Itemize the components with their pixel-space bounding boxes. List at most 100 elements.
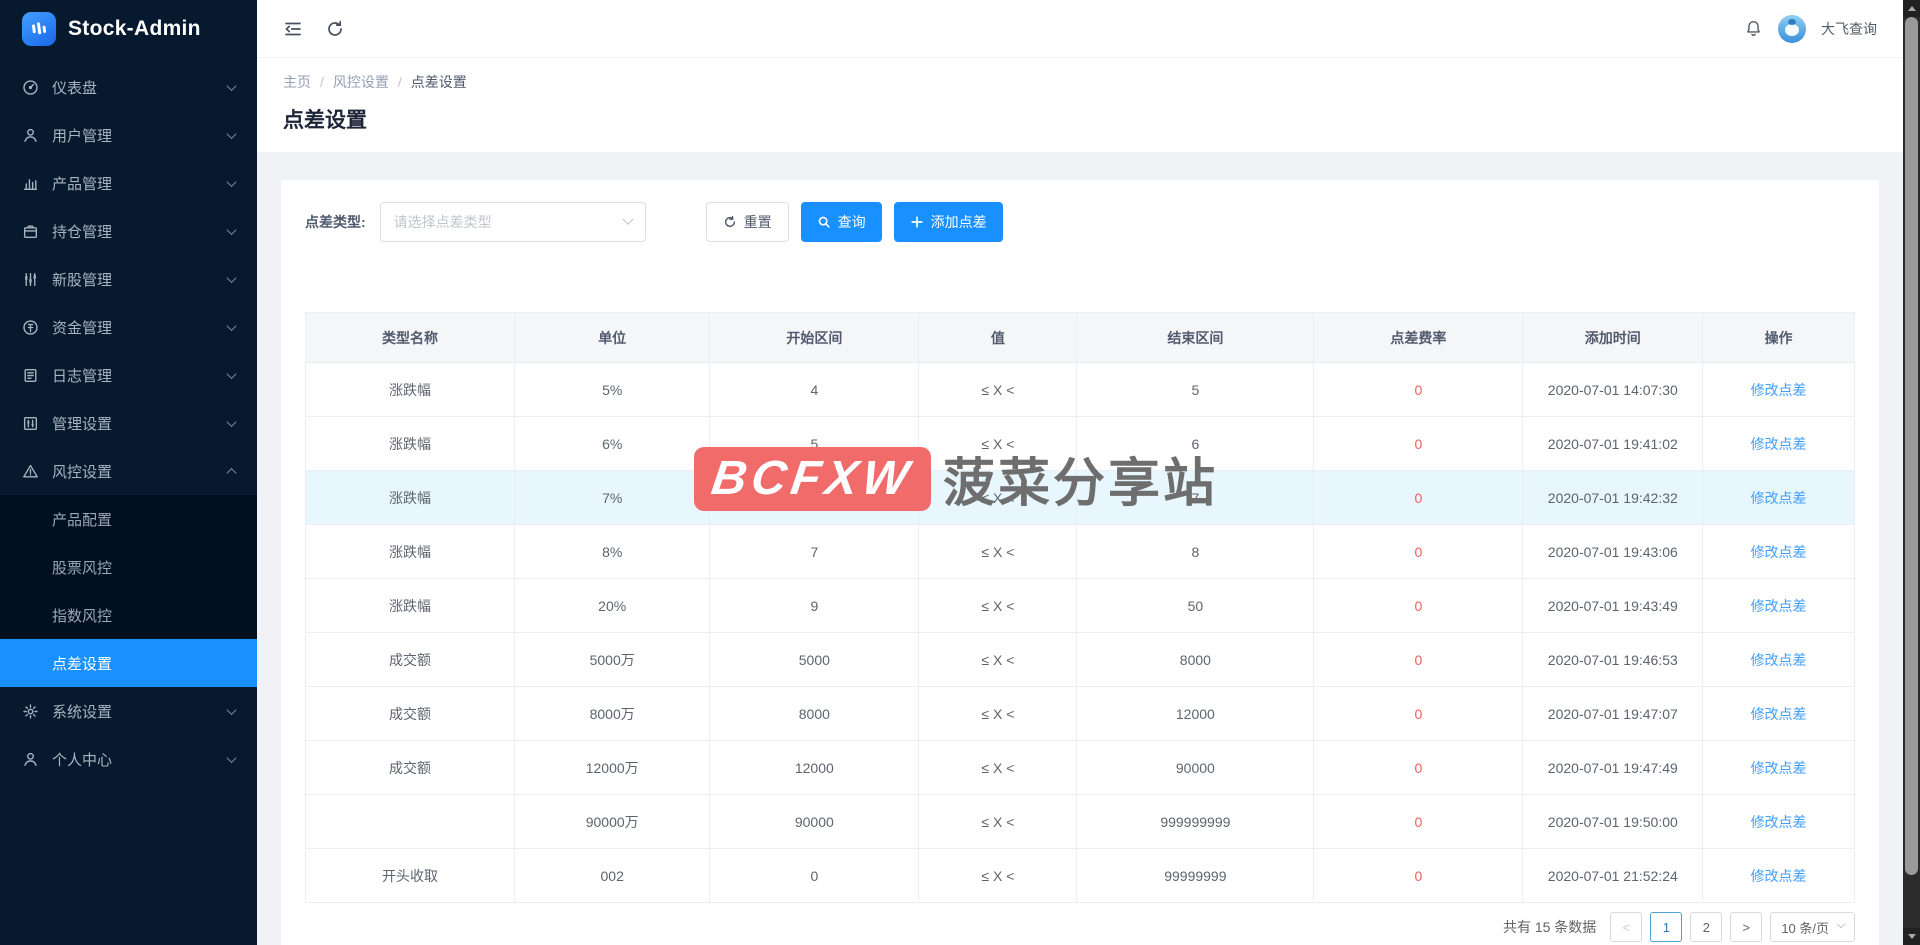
admin-settings-icon xyxy=(22,415,39,432)
cell-rate: 0 xyxy=(1314,363,1523,417)
sidebar-item-7[interactable]: 管理设置 xyxy=(0,399,257,447)
sidebar-item-9[interactable]: 系统设置 xyxy=(0,687,257,735)
users-icon xyxy=(22,127,39,144)
sidebar-item-6[interactable]: 日志管理 xyxy=(0,351,257,399)
cell-start: 5000 xyxy=(710,633,919,687)
cell-end: 8000 xyxy=(1077,633,1314,687)
edit-spread-link[interactable]: 修改点差 xyxy=(1751,436,1807,452)
reset-button[interactable]: 重置 xyxy=(706,202,789,242)
cell-rate: 0 xyxy=(1314,579,1523,633)
cell-type: 涨跌幅 xyxy=(306,471,515,525)
sidebar-subitem-2[interactable]: 指数风控 xyxy=(0,591,257,639)
sidebar-item-5[interactable]: 资金管理 xyxy=(0,303,257,351)
cell-end: 12000 xyxy=(1077,687,1314,741)
table-row: 涨跌幅20%9≤ X <5002020-07-01 19:43:49修改点差 xyxy=(306,579,1855,633)
edit-spread-link[interactable]: 修改点差 xyxy=(1751,868,1807,884)
edit-spread-link[interactable]: 修改点差 xyxy=(1751,760,1807,776)
sidebar-item-8[interactable]: 风控设置 xyxy=(0,447,257,495)
edit-spread-link[interactable]: 修改点差 xyxy=(1751,814,1807,830)
filter-label: 点差类型: xyxy=(305,212,366,232)
sidebar-subitem-3[interactable]: 点差设置 xyxy=(0,639,257,687)
cell-start: 5 xyxy=(710,417,919,471)
scroll-up-button[interactable] xyxy=(1903,0,1920,17)
cell-op: ≤ X < xyxy=(919,525,1077,579)
sidebar-item-0[interactable]: 仪表盘 xyxy=(0,63,257,111)
vertical-scrollbar[interactable] xyxy=(1903,0,1920,945)
sidebar-item-10[interactable]: 个人中心 xyxy=(0,735,257,783)
cell-end: 99999999 xyxy=(1077,849,1314,903)
sidebar-item-4[interactable]: 新股管理 xyxy=(0,255,257,303)
column-header-3: 值 xyxy=(919,313,1077,363)
add-spread-label: 添加点差 xyxy=(931,212,987,232)
pagination-total: 共有 15 条数据 xyxy=(1503,917,1596,937)
scrollbar-thumb[interactable] xyxy=(1905,17,1918,875)
plus-icon xyxy=(910,215,924,229)
cell-end: 999999999 xyxy=(1077,795,1314,849)
cell-time: 2020-07-01 14:07:30 xyxy=(1523,363,1703,417)
cell-action: 修改点差 xyxy=(1703,417,1855,471)
cell-rate: 0 xyxy=(1314,633,1523,687)
cell-type xyxy=(306,795,515,849)
page-button-2[interactable]: 2 xyxy=(1690,912,1722,942)
cell-end: 5 xyxy=(1077,363,1314,417)
username[interactable]: 大飞查询 xyxy=(1821,19,1877,39)
cell-type: 成交额 xyxy=(306,741,515,795)
next-page-button[interactable]: > xyxy=(1730,912,1762,942)
chevron-down-icon xyxy=(227,177,237,187)
scroll-down-button[interactable] xyxy=(1903,928,1920,945)
cell-action: 修改点差 xyxy=(1703,795,1855,849)
edit-spread-link[interactable]: 修改点差 xyxy=(1751,706,1807,722)
avatar[interactable] xyxy=(1778,15,1806,43)
cell-unit: 8000万 xyxy=(515,687,710,741)
sidebar-item-1[interactable]: 用户管理 xyxy=(0,111,257,159)
prev-page-button[interactable]: < xyxy=(1610,912,1642,942)
cell-action: 修改点差 xyxy=(1703,525,1855,579)
edit-spread-link[interactable]: 修改点差 xyxy=(1751,598,1807,614)
chevron-down-icon xyxy=(227,273,237,283)
dashboard-icon xyxy=(22,79,39,96)
cell-action: 修改点差 xyxy=(1703,741,1855,795)
page-button-1[interactable]: 1 xyxy=(1650,912,1682,942)
breadcrumb-separator: / xyxy=(320,74,324,90)
sidebar-subitem-1[interactable]: 股票风控 xyxy=(0,543,257,591)
app-root: Stock-Admin 仪表盘用户管理产品管理持仓管理新股管理资金管理日志管理管… xyxy=(0,0,1920,945)
sidebar-subitem-0[interactable]: 产品配置 xyxy=(0,495,257,543)
chevron-down-icon xyxy=(227,369,237,379)
page-title: 点差设置 xyxy=(283,104,1877,134)
breadcrumb-item-0[interactable]: 主页 xyxy=(283,72,311,92)
reload-icon[interactable] xyxy=(325,19,345,39)
cell-time: 2020-07-01 19:47:07 xyxy=(1523,687,1703,741)
positions-icon xyxy=(22,223,39,240)
search-button[interactable]: 查询 xyxy=(801,202,882,242)
cell-op: ≤ X < xyxy=(919,633,1077,687)
system-icon xyxy=(22,703,39,720)
sidebar-item-3[interactable]: 持仓管理 xyxy=(0,207,257,255)
main-area: 大飞查询 主页/风控设置/点差设置 点差设置 点差类型: 请选择点差类型 xyxy=(257,0,1903,945)
sidebar-item-2[interactable]: 产品管理 xyxy=(0,159,257,207)
spread-type-select[interactable]: 请选择点差类型 xyxy=(380,202,646,242)
edit-spread-link[interactable]: 修改点差 xyxy=(1751,652,1807,668)
edit-spread-link[interactable]: 修改点差 xyxy=(1751,490,1807,506)
cell-op: ≤ X < xyxy=(919,795,1077,849)
cell-op: ≤ X < xyxy=(919,687,1077,741)
search-label: 查询 xyxy=(838,212,866,232)
cell-action: 修改点差 xyxy=(1703,849,1855,903)
app-logo: Stock-Admin xyxy=(0,0,257,58)
edit-spread-link[interactable]: 修改点差 xyxy=(1751,382,1807,398)
column-header-4: 结束区间 xyxy=(1077,313,1314,363)
cell-type: 开头收取 xyxy=(306,849,515,903)
page-size-select[interactable]: 10 条/页 xyxy=(1770,912,1855,942)
edit-spread-link[interactable]: 修改点差 xyxy=(1751,544,1807,560)
cell-op: ≤ X < xyxy=(919,363,1077,417)
add-spread-button[interactable]: 添加点差 xyxy=(894,202,1003,242)
breadcrumb-item-1[interactable]: 风控设置 xyxy=(333,72,389,92)
menu-fold-icon[interactable] xyxy=(283,19,303,39)
cell-rate: 0 xyxy=(1314,417,1523,471)
cell-time: 2020-07-01 21:52:24 xyxy=(1523,849,1703,903)
cell-end: 50 xyxy=(1077,579,1314,633)
sidebar-item-label: 管理设置 xyxy=(52,413,112,434)
bell-icon[interactable] xyxy=(1744,19,1763,38)
cell-op: ≤ X < xyxy=(919,579,1077,633)
cell-type: 涨跌幅 xyxy=(306,417,515,471)
breadcrumb: 主页/风控设置/点差设置 xyxy=(283,72,1877,92)
